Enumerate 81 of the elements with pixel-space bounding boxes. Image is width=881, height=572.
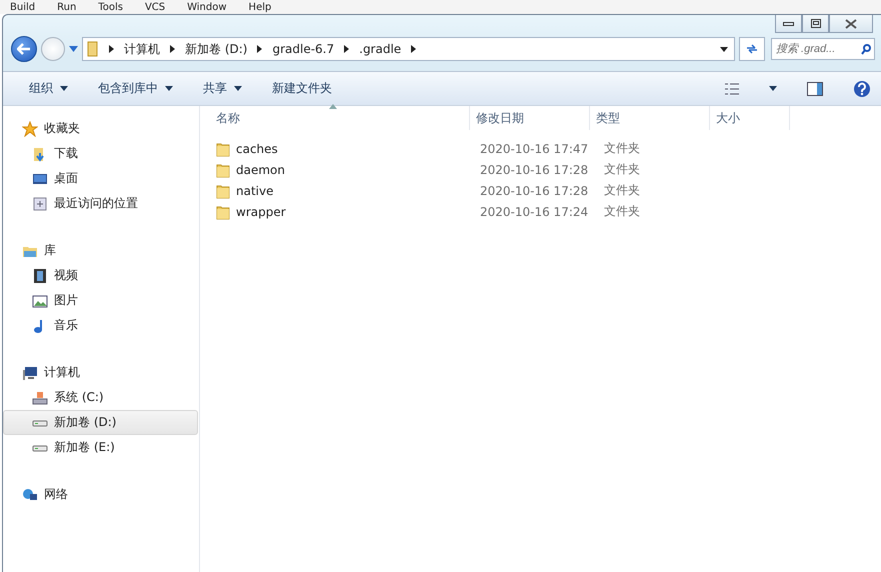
breadcrumb[interactable]: 新加卷 (D:) — [185, 40, 248, 58]
chevron-right-icon[interactable] — [257, 45, 262, 53]
system-drive-icon — [32, 390, 48, 406]
menu-item[interactable]: Window — [187, 2, 227, 12]
caret-icon — [60, 86, 68, 91]
refresh-arrows-icon — [746, 44, 758, 54]
column-header[interactable]: 名称 — [210, 106, 470, 130]
menu-item[interactable]: Help — [248, 2, 272, 12]
breadcrumb[interactable]: 计算机 — [124, 40, 160, 58]
sidebar-item[interactable]: 桌面 — [3, 166, 198, 191]
menu-item[interactable]: Run — [57, 2, 76, 12]
sidebar-group[interactable]: 收藏夹 — [3, 116, 198, 141]
column-header[interactable]: 类型 — [590, 106, 710, 130]
chevron-right-icon[interactable] — [170, 45, 175, 53]
computer-icon — [22, 364, 38, 380]
chevron-right-icon[interactable] — [344, 45, 350, 53]
sidebar-item[interactable]: 音乐 — [3, 313, 198, 338]
sidebar-item[interactable]: 视频 — [3, 263, 198, 288]
modified-date: 2020-10-16 17:24 — [479, 204, 590, 218]
toolbar-button[interactable]: 共享 — [203, 76, 242, 101]
sidebar-group[interactable]: 网络 — [3, 482, 198, 507]
folder-icon — [216, 182, 230, 198]
file-type: 文件夹 — [603, 203, 641, 220]
caret-icon — [769, 86, 777, 91]
modified-date: 2020-10-16 17:28 — [479, 162, 590, 176]
left-arrow-icon — [17, 43, 31, 55]
folder-icon — [216, 162, 230, 178]
minimize-button[interactable] — [775, 15, 802, 33]
sidebar-item[interactable]: 最近访问的位置 — [3, 191, 198, 216]
maximize-button[interactable] — [802, 15, 829, 33]
file-type: 文件夹 — [603, 140, 641, 157]
dropdown-arrow-icon[interactable] — [720, 46, 728, 52]
folder-icon — [216, 204, 230, 220]
sidebar-item[interactable]: 图片 — [3, 288, 198, 313]
sidebar-group[interactable]: 计算机 — [3, 360, 198, 385]
file-name[interactable]: native — [216, 182, 476, 198]
file-name[interactable]: wrapper — [216, 204, 476, 220]
close-icon — [845, 18, 857, 28]
chevron-right-icon[interactable] — [411, 45, 416, 53]
sidebar-item[interactable]: 新加卷 (D:) — [3, 410, 198, 435]
breadcrumb[interactable]: .gradle — [359, 42, 402, 56]
modified-date: 2020-10-16 17:28 — [479, 184, 590, 198]
back-button[interactable] — [11, 36, 37, 62]
star-icon — [22, 120, 38, 136]
toolbar-button[interactable]: 包含到库中 — [98, 76, 173, 101]
maximize-icon — [810, 19, 820, 28]
caret-icon — [165, 86, 173, 91]
column-header[interactable]: 修改日期 — [470, 106, 590, 130]
menu-item[interactable]: VCS — [144, 2, 166, 12]
chevron-right-icon[interactable] — [109, 45, 114, 53]
modified-date: 2020-10-16 17:47 — [479, 142, 590, 156]
sidebar-item[interactable]: 新加卷 (E:) — [3, 435, 198, 460]
folder-icon — [87, 41, 99, 57]
refresh-button[interactable] — [739, 37, 765, 61]
breadcrumb[interactable]: gradle-6.7 — [272, 42, 334, 56]
file-type: 文件夹 — [603, 182, 641, 199]
close-button[interactable] — [829, 15, 873, 33]
picture-icon — [32, 292, 48, 308]
help-icon[interactable] — [853, 80, 871, 98]
preview-pane-icon[interactable] — [807, 82, 823, 96]
search-field[interactable]: 搜索 .grad... — [771, 38, 875, 60]
search-icon — [861, 44, 871, 55]
menu-item[interactable]: Build — [10, 2, 36, 12]
file-name[interactable]: daemon — [216, 162, 476, 178]
caret-icon — [234, 86, 242, 91]
view-list-icon[interactable] — [725, 82, 739, 94]
film-icon — [32, 268, 48, 284]
toolbar-button[interactable]: 新建文件夹 — [272, 76, 332, 101]
file-name[interactable]: caches — [216, 140, 476, 156]
menu-item[interactable]: Tools — [98, 2, 123, 12]
column-header[interactable]: 大小 — [710, 106, 790, 130]
sidebar-group[interactable]: 库 — [3, 238, 198, 263]
folder-icon — [216, 140, 230, 156]
history-dropdown-icon[interactable] — [69, 46, 78, 52]
sidebar-item[interactable]: 下载 — [3, 141, 198, 166]
sidebar-item[interactable]: 系统 (C:) — [3, 385, 198, 410]
minimize-icon — [783, 22, 794, 26]
sort-arrow-icon — [329, 104, 338, 109]
address-bar[interactable]: 计算机 新加卷 (D:) gradle-6.7 .gradle — [82, 37, 735, 61]
toolbar-button[interactable]: 组织 — [29, 76, 68, 101]
file-type: 文件夹 — [603, 161, 641, 178]
